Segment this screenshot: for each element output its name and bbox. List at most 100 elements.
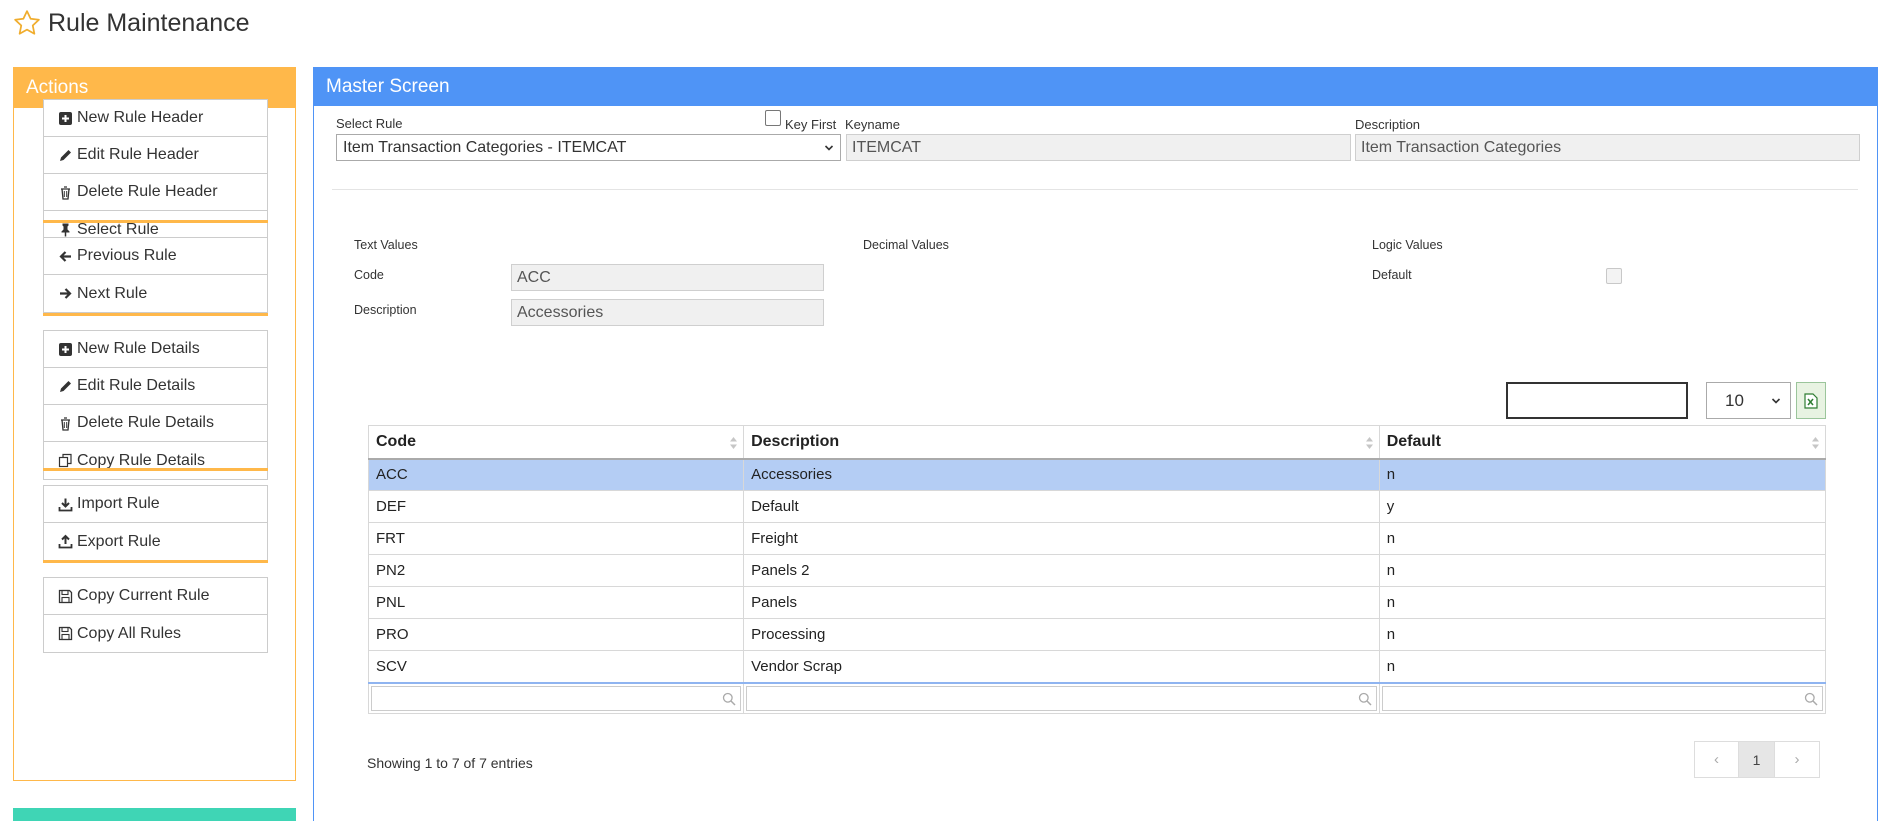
action-label: Export Rule — [77, 532, 161, 550]
save-icon — [58, 626, 73, 641]
filter-input-code[interactable] — [371, 685, 742, 711]
column-header-label: Description — [751, 432, 840, 450]
action-label: New Rule Header — [77, 109, 204, 126]
excel-icon — [1804, 392, 1818, 409]
chevron-down-icon — [1771, 398, 1781, 404]
copy-all-rules-button[interactable]: Copy All Rules — [44, 615, 267, 652]
action-group: Copy Current Rule Copy All Rules — [43, 577, 268, 653]
secondary-panel-header — [13, 808, 296, 821]
export-excel-button[interactable] — [1796, 382, 1826, 419]
table-cell-description: Vendor Scrap — [743, 650, 1380, 683]
delete-rule-header-button[interactable]: Delete Rule Header — [44, 174, 267, 211]
pagination-page-1[interactable]: 1 — [1739, 742, 1775, 777]
filter-row — [367, 681, 1827, 714]
description-label: Description — [1355, 117, 1421, 132]
table-row[interactable]: FRT Freight n — [367, 522, 1827, 555]
action-label: Copy Current Rule — [77, 587, 210, 604]
export-rule-button[interactable]: Export Rule — [44, 523, 267, 560]
page-length-select[interactable]: 10 — [1706, 382, 1791, 419]
column-header-label: Default — [1386, 432, 1441, 450]
table-row[interactable]: SCV Vendor Scrap n — [367, 650, 1827, 683]
action-group-separator — [43, 313, 268, 316]
plus-square-icon — [59, 342, 72, 356]
table-cell-description: Freight — [743, 522, 1380, 555]
keyname-label: Keyname — [845, 117, 900, 132]
save-icon — [58, 589, 73, 603]
action-label: Copy All Rules — [77, 624, 182, 642]
new-rule-header-button[interactable]: New Rule Header — [44, 100, 267, 137]
copy-rule-details-button[interactable]: Copy Rule Details — [44, 442, 267, 479]
table-cell-description: Processing — [743, 618, 1380, 651]
trash-icon — [61, 416, 70, 431]
actions-panel: Actions New Rule Header Edit Rule Header D… — [13, 67, 296, 781]
filter-cell — [743, 681, 1380, 714]
pushpin-icon — [61, 223, 70, 237]
default-checkbox[interactable] — [1606, 268, 1622, 284]
action-label: Copy Rule Details — [77, 451, 206, 469]
column-header-label: Code — [376, 432, 416, 450]
table-row[interactable]: ACC Accessories n — [367, 458, 1827, 491]
table-info: Showing 1 to 7 of 7 entries — [367, 755, 533, 771]
select-rule-label: Select Rule — [336, 116, 403, 131]
table-row[interactable]: PRO Processing n — [367, 618, 1827, 651]
edit-rule-details-button[interactable]: Edit Rule Details — [44, 368, 267, 405]
table-cell-code: SCV — [367, 650, 745, 683]
next-rule-button[interactable]: Next Rule — [44, 275, 267, 312]
pagination-previous-button[interactable]: ‹ — [1695, 742, 1739, 777]
page-header: Rule Maintenance — [12, 8, 250, 38]
import-rule-button[interactable]: Import Rule — [44, 486, 267, 523]
select-rule-dropdown[interactable]: Item Transaction Categories - ITEMCAT — [336, 134, 841, 161]
pagination-next-button[interactable]: › — [1775, 742, 1819, 777]
pagination: ‹ 1 › — [1694, 741, 1820, 778]
page-length-value: 10 — [1725, 391, 1744, 410]
filter-input-default[interactable] — [1381, 685, 1823, 711]
previous-rule-button[interactable]: Previous Rule — [44, 238, 267, 275]
delete-rule-details-button[interactable]: Delete Rule Details — [44, 405, 267, 442]
copy-current-rule-button[interactable]: Copy Current Rule — [44, 578, 267, 615]
code-field[interactable]: ACC — [511, 264, 824, 291]
detail-description-field[interactable]: Accessories — [511, 299, 824, 326]
table-row[interactable]: DEF Default y — [367, 490, 1827, 523]
star-icon[interactable] — [12, 8, 42, 38]
column-header-default[interactable]: Default — [1378, 425, 1827, 460]
table-cell-default: n — [1378, 522, 1827, 555]
pencil-icon — [60, 380, 71, 392]
table-cell-code: PRO — [367, 618, 745, 651]
page-title: Rule Maintenance — [48, 8, 250, 37]
text-values-label: Text Values — [354, 238, 418, 252]
copy-icon — [58, 453, 72, 468]
new-rule-details-button[interactable]: New Rule Details — [44, 331, 267, 368]
table-cell-default: n — [1378, 586, 1827, 619]
default-label: Default — [1372, 268, 1412, 282]
action-label: Previous Rule — [77, 247, 177, 264]
table-cell-description: Panels — [743, 586, 1380, 619]
table-search-input[interactable] — [1506, 382, 1688, 419]
pencil-icon — [60, 149, 71, 161]
keyname-field[interactable]: ITEMCAT — [846, 134, 1351, 161]
action-group: Previous Rule Next Rule — [43, 237, 268, 313]
action-label: New Rule Details — [77, 340, 200, 357]
edit-rule-header-button[interactable]: Edit Rule Header — [44, 137, 267, 174]
arrow-right-icon — [60, 288, 72, 299]
sort-icon — [1365, 437, 1373, 449]
table-cell-description: Accessories — [743, 458, 1380, 491]
search-icon — [722, 692, 736, 706]
action-group-separator — [43, 468, 268, 471]
table-cell-code: PN2 — [367, 554, 745, 587]
table-cell-default: n — [1378, 650, 1827, 683]
arrow-left-icon — [59, 250, 71, 262]
filter-cell — [367, 681, 745, 714]
description-field[interactable]: Item Transaction Categories — [1355, 134, 1860, 161]
table-row[interactable]: PNL Panels n — [367, 586, 1827, 619]
divider — [332, 189, 1858, 190]
download-icon — [58, 498, 73, 511]
column-header-description[interactable]: Description — [743, 425, 1380, 460]
plus-square-icon — [59, 111, 72, 125]
key-first-checkbox[interactable] — [765, 110, 781, 126]
upload-icon — [58, 534, 73, 549]
filter-input-description[interactable] — [746, 685, 1377, 711]
filter-cell — [1378, 681, 1827, 714]
action-group: New Rule Details Edit Rule Details Delete … — [43, 330, 268, 480]
column-header-code[interactable]: Code — [367, 425, 745, 460]
table-row[interactable]: PN2 Panels 2n — [367, 554, 1827, 587]
